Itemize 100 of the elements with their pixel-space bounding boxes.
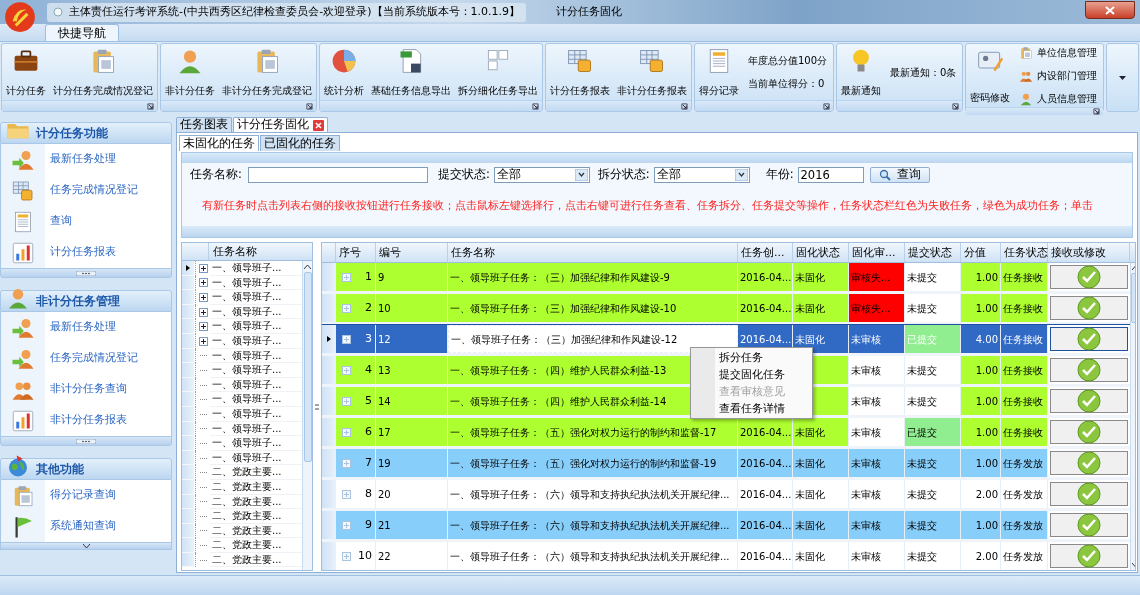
row-header[interactable] [322, 325, 336, 353]
ribbon-small-button[interactable]: 人员信息管理 [1019, 90, 1098, 107]
section-header[interactable]: 非计分任务管理 [0, 290, 172, 312]
accept-button[interactable] [1050, 482, 1128, 506]
dialog-launcher-icon[interactable] [823, 102, 831, 110]
splitter-grip-icon[interactable] [315, 403, 319, 410]
task-name-field[interactable] [247, 167, 428, 183]
ribbon-button[interactable]: 计分任务完成情况登记 [51, 44, 155, 100]
accept-button[interactable] [1050, 358, 1128, 382]
dialog-launcher-icon[interactable] [532, 102, 539, 110]
ribbon-button[interactable]: 得分记录 [697, 44, 741, 100]
dialog-launcher-icon[interactable] [306, 102, 313, 110]
ribbon-button[interactable]: 计分任务 [4, 44, 48, 100]
table-row[interactable]: 6 17 一、领导班子任务：（五）强化对权力运行的制约和监督-17 2016-04... 未固化 未审核 已提交 1.00 任务接收 [322, 418, 1130, 449]
section-header[interactable]: 其他功能 [0, 458, 172, 480]
ribbon-button[interactable]: 非计分任务完成登记 [220, 44, 314, 100]
ribbon-button[interactable]: 非计分任务 [163, 44, 217, 100]
sidebar-item[interactable]: 任务完成情况登记 [1, 175, 171, 206]
person-icon [1019, 91, 1034, 106]
expand-icon[interactable] [198, 336, 208, 346]
document-tab[interactable]: 计分任务固化 [233, 117, 328, 132]
grip-icon[interactable] [76, 438, 96, 444]
year-field[interactable]: 2016 [797, 167, 864, 183]
column-header[interactable]: 任务名称 [448, 243, 738, 262]
grip-icon[interactable] [76, 270, 96, 276]
column-header[interactable]: 提交状态 [905, 243, 961, 262]
dropdown[interactable]: 全部 [653, 167, 750, 183]
ribbon-small-button[interactable]: 单位信息管理 [1019, 44, 1098, 61]
column-header[interactable]: 固化状态 [793, 243, 849, 262]
ribbon-button[interactable]: 非计分任务报表 [615, 44, 689, 100]
bar-chart-icon [11, 408, 35, 433]
dialog-launcher-icon[interactable] [147, 102, 154, 110]
accept-button[interactable] [1050, 296, 1128, 320]
document-tab[interactable]: 任务图表 [176, 117, 232, 132]
search-button[interactable]: 查询 [869, 167, 930, 183]
table-cell: 19 [376, 449, 448, 477]
expand-icon[interactable] [198, 263, 208, 273]
dialog-launcher-icon[interactable] [952, 102, 960, 110]
sidebar-item[interactable]: 计分任务报表 [1, 237, 171, 268]
sidebar-item[interactable]: 任务完成情况登记 [1, 343, 171, 374]
check-icon [1077, 451, 1101, 475]
ribbon-button[interactable]: 密码修改 [968, 44, 1013, 107]
table-row[interactable]: 2 10 一、领导班子任务：（三）加强纪律和作风建设-10 2016-04... 未固化 审核失... 未提交 1.00 任务接收 [322, 294, 1130, 325]
column-header[interactable]: 任务状态 [1001, 243, 1048, 262]
sub-tab[interactable]: 已固化的任务 [260, 135, 340, 151]
expand-icon[interactable] [198, 293, 208, 302]
table-cell: 未审核 [849, 480, 905, 508]
table-row[interactable]: 8 20 一、领导班子任务：（六）领导和支持执纪执法机关开展纪律... 2016-04... 未固化 未审核 未提交 2.00 任务发放 [322, 480, 1130, 511]
section-header[interactable]: 计分任务功能 [0, 122, 172, 144]
expand-icon[interactable] [198, 307, 208, 317]
table-cell: 未审核 [849, 387, 905, 415]
close-icon[interactable] [313, 119, 324, 131]
sidebar-item[interactable]: 最新任务处理 [1, 312, 171, 343]
dialog-launcher-icon[interactable] [1093, 108, 1101, 115]
expand-icon[interactable] [198, 322, 208, 332]
scrollbar[interactable] [302, 261, 312, 570]
table-cell: 未审核 [849, 356, 905, 384]
column-header[interactable]: 固化审... [849, 243, 905, 262]
sidebar-item[interactable]: 非计分任务查询 [1, 374, 171, 405]
column-header[interactable]: 接收或修改 [1048, 243, 1130, 262]
ribbon-button[interactable]: 拆分细化任务导出 [456, 44, 540, 100]
accept-button[interactable] [1050, 513, 1128, 537]
table-cell: 2.00 [961, 480, 1001, 508]
table-row[interactable]: 7 19 一、领导班子任务：（五）强化对权力运行的制约和监督-19 2016-04... 未固化 未审核 未提交 1.00 任务发放 [322, 449, 1130, 480]
check-icon [1077, 513, 1101, 537]
dropdown[interactable]: 全部 [493, 167, 590, 183]
ribbon-tab[interactable]: 快捷导航 [45, 24, 119, 41]
accept-button[interactable] [1050, 420, 1128, 444]
table-cell: 已提交 [905, 325, 961, 353]
accept-button[interactable] [1050, 389, 1128, 413]
ribbon-button[interactable]: 统计分析 [322, 44, 366, 100]
ribbon-button[interactable]: 计分任务报表 [548, 44, 612, 100]
column-header[interactable]: 任务创... [738, 243, 793, 262]
sidebar-item[interactable]: 最新任务处理 [1, 144, 171, 175]
ribbon-small-button[interactable]: 内设部门管理 [1019, 67, 1098, 84]
sidebar-item[interactable]: 查询 [1, 206, 171, 237]
column-header[interactable]: 编号 [376, 243, 448, 262]
ribbon-button[interactable]: 最新通知 [839, 44, 884, 100]
sidebar-item[interactable]: 得分记录查询 [1, 480, 171, 511]
table-icon [566, 47, 594, 75]
table-cell-text: 7 [365, 454, 372, 471]
chevron-down-icon[interactable] [82, 544, 90, 548]
accept-button[interactable] [1050, 451, 1128, 475]
ribbon-button[interactable]: 基础任务信息导出 [369, 44, 453, 100]
table-row[interactable]: 9 21 一、领导班子任务：（六）领导和支持执纪执法机关开展纪律... 2016-04... 未固化 未审核 未提交 1.00 任务发放 [322, 511, 1130, 542]
ribbon-menu-button[interactable] [1106, 43, 1139, 112]
chevron-up-icon[interactable] [304, 265, 311, 269]
sub-tab[interactable]: 未固化的任务 [179, 135, 259, 151]
dialog-launcher-icon[interactable] [681, 102, 688, 110]
close-button[interactable] [1085, 1, 1135, 19]
sidebar-item[interactable]: 非计分任务报表 [1, 405, 171, 436]
column-header[interactable]: 分值 [961, 243, 1001, 262]
sidebar-item[interactable]: 系统通知查询 [1, 511, 171, 542]
column-header[interactable]: 序号 [336, 243, 376, 262]
expand-icon[interactable] [198, 278, 208, 288]
accept-button[interactable] [1050, 327, 1128, 351]
field-label: 年份: [765, 166, 794, 184]
row-header[interactable] [182, 261, 194, 276]
table-cell: 未提交 [905, 387, 961, 415]
table-cell: 10 [376, 294, 448, 322]
